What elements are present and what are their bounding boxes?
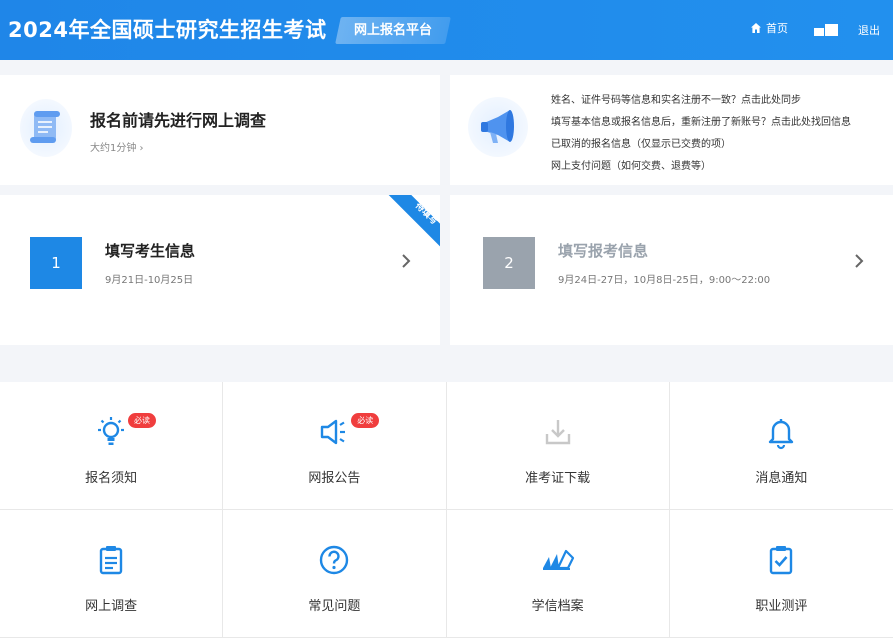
bell-icon [769, 419, 794, 450]
survey-title: 报名前请先进行网上调查 [90, 111, 267, 130]
top-header: 2024年全国硕士研究生招生考试 网上报名平台 首页 退出 [0, 0, 893, 60]
must-read-badge: 必读 [128, 413, 156, 428]
grid-item-student-archive[interactable]: 学信档案 [446, 510, 670, 638]
pending-ribbon: 待填写 [388, 195, 440, 247]
speaker-icon [321, 419, 346, 445]
user-block-icon-2 [825, 24, 838, 36]
scroll-icon [20, 99, 72, 157]
faq-item-cancelled[interactable]: 已取消的报名信息（仅显示已交费的项） [551, 134, 851, 156]
faq-list: 姓名、证件号码等信息和实名注册不一致？点击此处同步 填写基本信息或报名信息后，重… [551, 90, 851, 178]
user-menu-button[interactable] [814, 24, 838, 36]
step-date-2: 9月24日-27日，10月8日-25日，9:00～22:00 [558, 275, 771, 286]
clipboard-check-icon [770, 546, 793, 575]
step-title-1: 填写考生信息 [105, 242, 196, 260]
user-block-icon [814, 28, 824, 36]
grid-label: 常见问题 [308, 599, 361, 614]
nav-home-link[interactable]: 首页 [750, 20, 788, 36]
faq-item-recover[interactable]: 填写基本信息或报名信息后，重新注册了新账号？点击此处找回信息 [551, 112, 851, 134]
faq-item-payment[interactable]: 网上支付问题（如何交费、退费等） [551, 156, 851, 178]
grid-item-faq[interactable]: 常见问题 [223, 510, 447, 638]
faq-item-sync[interactable]: 姓名、证件号码等信息和实名注册不一致？点击此处同步 [551, 90, 851, 112]
app-title: 2024年全国硕士研究生招生考试 [8, 18, 327, 42]
survey-duration-link[interactable]: 大约1分钟 › [90, 139, 144, 154]
grid-item-announcement[interactable]: 必读 网报公告 [223, 382, 447, 510]
megaphone-icon [468, 97, 528, 157]
question-icon [320, 545, 349, 575]
survey-panel: 报名前请先进行网上调查 大约1分钟 › [0, 75, 440, 185]
must-read-badge: 必读 [351, 413, 380, 428]
grid-item-career-assessment[interactable]: 职业测评 [669, 510, 893, 638]
grid-label: 网报公告 [308, 471, 361, 486]
grid-item-registration-notice[interactable]: 必读 报名须知 [0, 382, 224, 510]
grid-label: 学信档案 [531, 599, 584, 614]
grid-item-online-survey[interactable]: 网上调查 [0, 510, 224, 638]
clipboard-icon [99, 546, 123, 575]
grid-label: 报名须知 [85, 471, 138, 486]
nav-home-label: 首页 [766, 22, 788, 35]
step-card-2[interactable]: 2 填写报考信息 9月24日-27日，10月8日-25日，9:00～22:00 [450, 195, 893, 345]
grid-label: 职业测评 [755, 599, 808, 614]
step-number-1: 1 [30, 237, 82, 289]
step-title-2: 填写报考信息 [558, 242, 649, 260]
logout-link[interactable]: 退出 [858, 22, 880, 38]
chevron-right-icon [855, 254, 864, 268]
home-icon [751, 23, 761, 33]
step-date-1: 9月21日-10月25日 [105, 275, 194, 286]
grid-label: 网上调查 [85, 599, 138, 614]
lightbulb-icon [98, 417, 125, 445]
function-grid: 必读 报名须知 必读 网报公告 准考证下载 消息通知 网上调查 常见问题 学信档… [0, 382, 893, 638]
grid-label: 准考证下载 [525, 471, 591, 486]
platform-label: 网上报名平台 [353, 23, 432, 38]
download-icon [545, 420, 570, 445]
grid-label: 消息通知 [755, 471, 808, 486]
grid-item-messages[interactable]: 消息通知 [669, 382, 893, 510]
archive-icon [542, 549, 574, 570]
grid-item-admission-ticket[interactable]: 准考证下载 [446, 382, 670, 510]
step-number-2: 2 [483, 237, 535, 289]
chevron-right-icon [402, 254, 411, 268]
faq-panel: 姓名、证件号码等信息和实名注册不一致？点击此处同步 填写基本信息或报名信息后，重… [450, 75, 893, 185]
step-card-1[interactable]: 1 填写考生信息 9月21日-10月25日 待填写 [0, 195, 440, 345]
